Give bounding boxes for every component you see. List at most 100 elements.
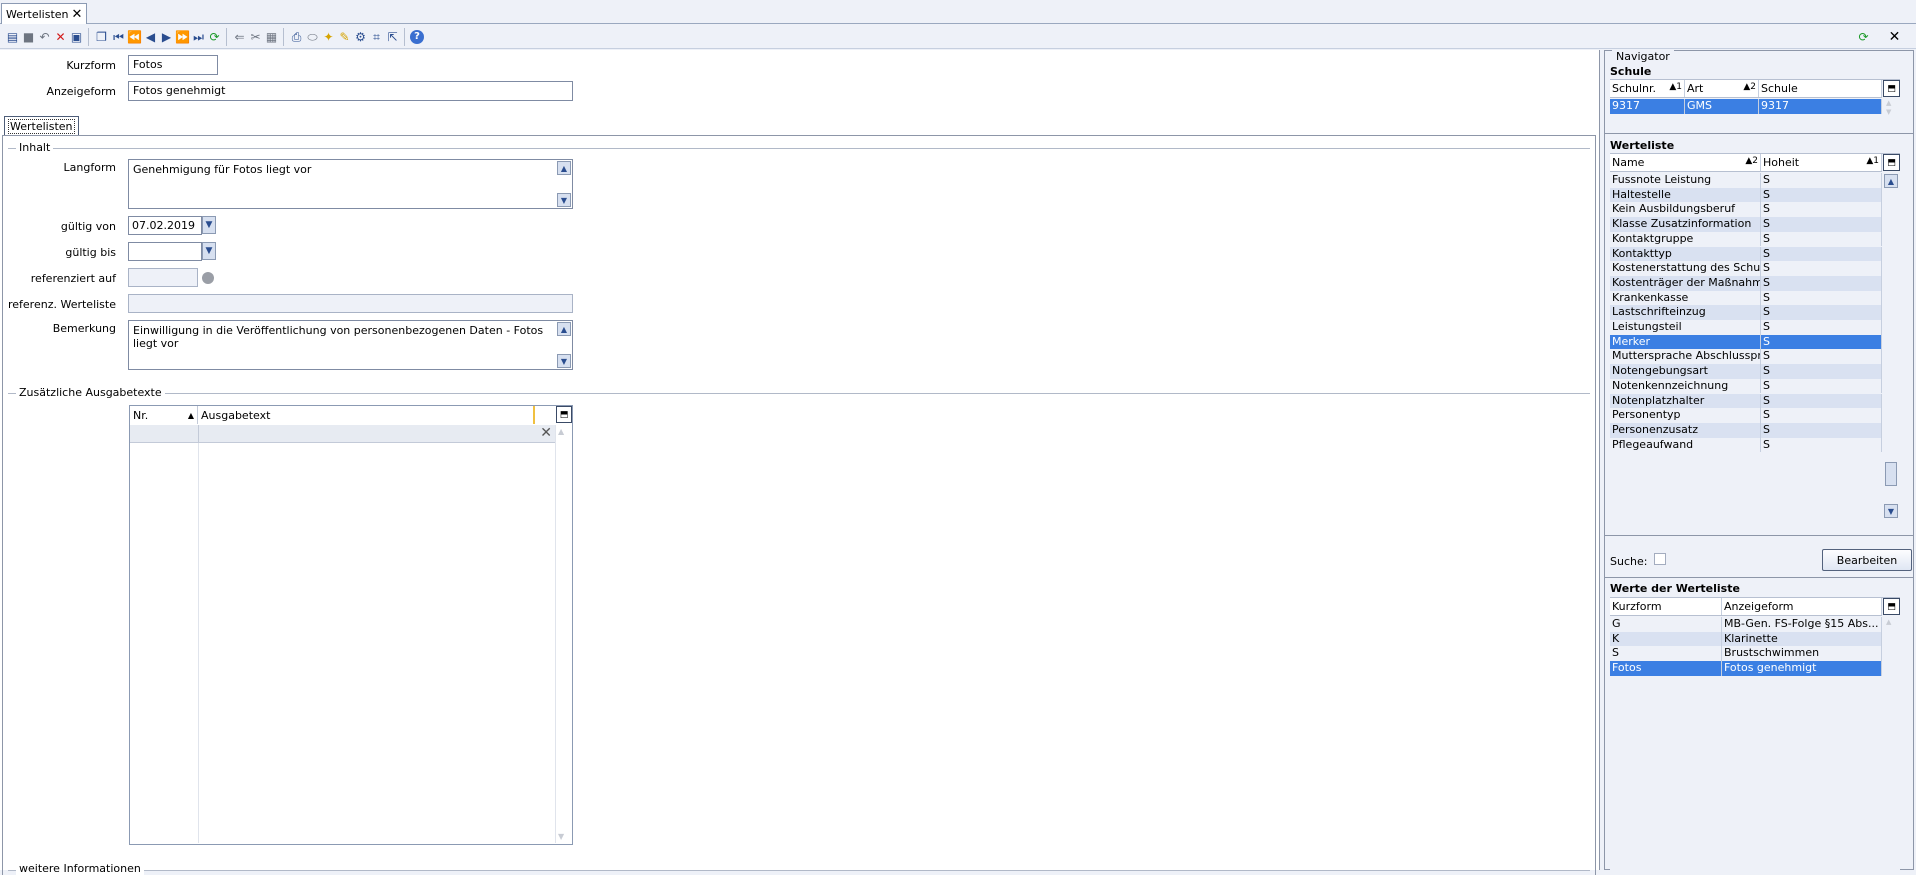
save-close-icon[interactable]: ▣ bbox=[68, 28, 85, 45]
werteliste-row[interactable]: Haltestelle S bbox=[1610, 187, 1882, 203]
werte-row[interactable]: G MB-Gen. FS-Folge §15 Abs... bbox=[1610, 617, 1882, 632]
col-header-schule-1[interactable]: Art ▲2 bbox=[1685, 80, 1759, 97]
copy-icon[interactable]: ❐ bbox=[93, 28, 110, 45]
col-header-nr[interactable]: Nr. ▲ bbox=[130, 406, 198, 424]
langform-field[interactable]: Genehmigung für Fotos liegt vor ▲ ▼ bbox=[128, 159, 573, 209]
werteliste-row[interactable]: Personentyp S bbox=[1610, 408, 1882, 423]
scroll-down-icon[interactable]: ▼ bbox=[557, 193, 571, 207]
suche-input[interactable] bbox=[1654, 553, 1666, 565]
cut-icon[interactable]: ✂ bbox=[247, 28, 264, 45]
inner-tab-label: Wertelisten bbox=[8, 118, 75, 134]
lookup-icon[interactable] bbox=[202, 272, 214, 284]
werteliste-row[interactable]: Kostenträger der Maßnahme S bbox=[1610, 275, 1882, 291]
navigator-toggle-icon[interactable]: ⟳ bbox=[1855, 28, 1872, 45]
werteliste-row[interactable]: Personenzusatz S bbox=[1610, 422, 1882, 438]
werteliste-row[interactable]: Muttersprache AbschlussprüfungS bbox=[1610, 349, 1882, 365]
werte-row[interactable]: K Klarinette bbox=[1610, 631, 1882, 647]
werteliste-cell: Fussnote Leistung bbox=[1610, 173, 1761, 188]
settings-icon[interactable]: ⚙ bbox=[352, 28, 369, 45]
werteliste-row[interactable]: Pflegeaufwand S bbox=[1610, 437, 1882, 453]
prev-icon[interactable]: ◀ bbox=[142, 28, 159, 45]
werteliste-cell: S bbox=[1761, 290, 1882, 306]
werte-row[interactable]: Fotos Fotos genehmigt bbox=[1610, 661, 1882, 676]
suche-label: Suche: bbox=[1610, 555, 1648, 568]
date-dropdown-icon[interactable]: ▼ bbox=[202, 216, 216, 234]
clear-icon[interactable]: ✎ bbox=[336, 28, 353, 45]
werte-grid: Kurzform Anzeigeform G MB-Gen. FS-Folge §1… bbox=[1610, 597, 1900, 871]
scroll-up-icon[interactable]: ▲ bbox=[1884, 174, 1898, 188]
schule-row[interactable]: 9317 GMS 9317 bbox=[1610, 99, 1882, 114]
werteliste-row[interactable]: Lastschrifteinzug S bbox=[1610, 305, 1882, 320]
gueltig-von-field[interactable]: 07.02.2019 bbox=[128, 216, 202, 235]
scroll-thumb[interactable] bbox=[1885, 462, 1897, 486]
werteliste-row[interactable]: Krankenkasse S bbox=[1610, 290, 1882, 306]
scroll-down-icon[interactable]: ▼ bbox=[1884, 504, 1898, 518]
new-icon[interactable]: ▤ bbox=[4, 28, 21, 45]
window-close-icon[interactable]: ✕ bbox=[1886, 28, 1903, 45]
werteliste-row[interactable]: Fussnote Leistung S bbox=[1610, 173, 1882, 188]
werteliste-row[interactable]: Kontakttyp S bbox=[1610, 246, 1882, 262]
print-icon[interactable]: ⎙ bbox=[288, 28, 305, 45]
werteliste-cell: S bbox=[1761, 378, 1882, 394]
close-tab-icon[interactable]: ✕ bbox=[72, 7, 83, 22]
next-icon[interactable]: ▶ bbox=[158, 28, 175, 45]
col-header-ausgabetext[interactable]: Ausgabetext bbox=[198, 406, 535, 424]
werteliste-cell: S bbox=[1761, 364, 1882, 379]
prev-page-icon[interactable]: ⏪ bbox=[126, 28, 143, 45]
werte-row[interactable]: S Brustschwimmen bbox=[1610, 646, 1882, 662]
col-header-werte-1[interactable]: Anzeigeform bbox=[1722, 598, 1882, 615]
anzeigeform-label: Anzeigeform bbox=[46, 85, 117, 98]
grid-settings-icon[interactable]: ⬒ bbox=[1883, 80, 1900, 97]
hint-icon[interactable]: ✦ bbox=[320, 28, 337, 45]
werteliste-row[interactable]: Merker S bbox=[1610, 334, 1882, 350]
grid-settings-icon[interactable]: ⬒ bbox=[1883, 154, 1900, 171]
select-icon[interactable]: ⌗ bbox=[368, 28, 385, 45]
werteliste-row[interactable]: Notenplatzhalter S bbox=[1610, 393, 1882, 409]
date-dropdown-icon[interactable]: ▼ bbox=[202, 242, 216, 260]
col-header-werteliste-1[interactable]: Hoheit ▲1 bbox=[1761, 154, 1882, 171]
bemerkung-field[interactable]: Einwilligung in die Veröffentlichung von… bbox=[128, 320, 573, 370]
col-header-werte-0[interactable]: Kurzform bbox=[1610, 598, 1722, 615]
col-header-schule-2[interactable]: Schule bbox=[1759, 80, 1882, 97]
scroll-up-icon[interactable]: ▲ bbox=[557, 322, 571, 336]
werteliste-row[interactable]: Notenkennzeichnung S bbox=[1610, 378, 1882, 394]
werteliste-row[interactable]: Klasse Zusatzinformation S bbox=[1610, 217, 1882, 232]
undo-icon[interactable]: ↶ bbox=[36, 28, 53, 45]
werteliste-row[interactable]: Notengebungsart S bbox=[1610, 364, 1882, 379]
col-header-werteliste-0[interactable]: Name ▲2 bbox=[1610, 154, 1761, 171]
tab-wertelisten[interactable]: Wertelisten ✕ bbox=[1, 3, 88, 24]
refresh-icon[interactable]: ⟳ bbox=[206, 28, 223, 45]
save-icon[interactable]: ■ bbox=[20, 28, 37, 45]
delete-icon[interactable]: ✕ bbox=[52, 28, 69, 45]
clear-row-icon[interactable]: ✕ bbox=[540, 425, 552, 441]
tab-wertelisten-inner[interactable]: Wertelisten bbox=[4, 116, 79, 136]
schule-scrollbar[interactable]: ▲ ▼ bbox=[1883, 98, 1899, 120]
export-icon[interactable]: ⇱ bbox=[384, 28, 401, 45]
grid-settings-icon[interactable]: ⬒ bbox=[556, 406, 572, 423]
werteliste-row[interactable]: Kein Ausbildungsberuf S bbox=[1610, 202, 1882, 218]
preview-icon[interactable]: ⬭ bbox=[304, 28, 321, 45]
scroll-up-icon[interactable]: ▲ bbox=[557, 161, 571, 175]
scroll-down-icon[interactable]: ▼ bbox=[557, 354, 571, 368]
col-header-schule-0[interactable]: Schulnr. ▲1 bbox=[1610, 80, 1685, 97]
grid-scrollbar[interactable]: ▲ ▼ bbox=[555, 425, 571, 843]
help-icon[interactable]: ? bbox=[410, 30, 424, 44]
next-page-icon[interactable]: ⏩ bbox=[174, 28, 191, 45]
back-icon[interactable]: ⇐ bbox=[231, 28, 248, 45]
kurzform-field[interactable]: Fotos bbox=[128, 55, 218, 75]
last-icon[interactable]: ⏭ bbox=[190, 28, 207, 45]
bearbeiten-button[interactable]: Bearbeiten bbox=[1822, 549, 1912, 571]
first-icon[interactable]: ⏮ bbox=[110, 28, 127, 45]
anzeigeform-field[interactable]: Fotos genehmigt bbox=[128, 81, 573, 101]
gueltig-bis-field[interactable] bbox=[128, 242, 202, 261]
werteliste-cell: Kostenerstattung des Schulwegs bbox=[1612, 261, 1761, 276]
paste-icon[interactable]: ▦ bbox=[263, 28, 280, 45]
bemerkung-text: Einwilligung in die Veröffentlichung von… bbox=[133, 324, 544, 350]
werteliste-row[interactable]: Kontaktgruppe S bbox=[1610, 231, 1882, 247]
grid-settings-icon[interactable]: ⬒ bbox=[1883, 598, 1900, 615]
werteliste-scrollbar[interactable]: ▲ ▼ bbox=[1883, 172, 1899, 520]
grid-new-row[interactable]: ✕ bbox=[130, 425, 556, 443]
werte-scrollbar[interactable]: ▲ bbox=[1883, 616, 1899, 871]
werteliste-row[interactable]: Leistungsteil S bbox=[1610, 320, 1882, 335]
werteliste-row[interactable]: Kostenerstattung des SchulwegsS bbox=[1610, 261, 1882, 276]
